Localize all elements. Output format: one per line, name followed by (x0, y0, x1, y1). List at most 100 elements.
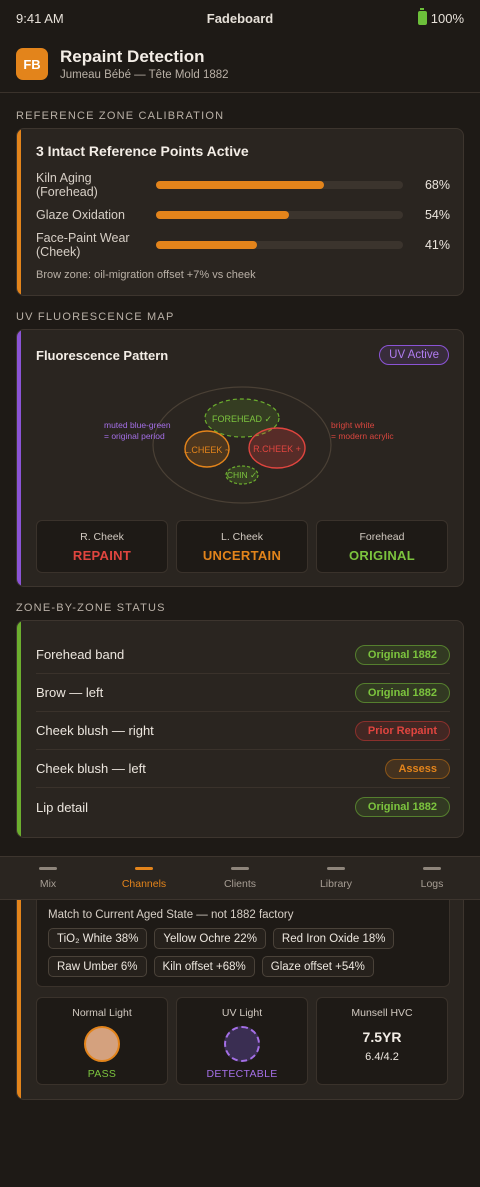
zone-name: Cheek blush — left (36, 761, 146, 776)
uv-light-cell[interactable]: UV Light DETECTABLE (176, 997, 308, 1085)
tab-mix[interactable]: Mix (0, 857, 96, 899)
munsell-title: Munsell HVC (351, 1007, 413, 1019)
progress-track (156, 211, 403, 219)
page-title: Repaint Detection (60, 47, 205, 66)
calibration-section-label: REFERENCE ZONE CALIBRATION (16, 110, 225, 122)
calibration-card: 3 Intact Reference Points Active Kiln Ag… (16, 128, 464, 296)
mix-chip[interactable]: Glaze offset +54% (261, 956, 374, 977)
status-bar: 9:41 AM Fadeboard 100% (0, 0, 480, 36)
tab-label: Library (319, 878, 353, 890)
munsell-value-chroma: 6.4/4.2 (365, 1051, 399, 1063)
card-accent (17, 880, 21, 1099)
bottom-tab-bar: Mix Channels Clients Library Logs (0, 856, 480, 900)
tab-clients[interactable]: Clients (192, 857, 288, 899)
uv-result-value: ORIGINAL (349, 548, 415, 563)
munsell-hue: 7.5YR (362, 1029, 402, 1045)
zone-row[interactable]: Cheek blush — right Prior Repaint (36, 712, 450, 750)
calibration-row: Glaze Oxidation 54% (36, 198, 450, 232)
left-annotation-line-1: muted blue-green (104, 420, 171, 430)
progress-track (156, 181, 403, 189)
calibration-title: 3 Intact Reference Points Active (36, 143, 249, 159)
zone-row[interactable]: Cheek blush — left Assess (36, 750, 450, 788)
zone-status-badge: Original 1882 (354, 644, 450, 665)
zone-status-badge: Original 1882 (354, 797, 450, 817)
battery-icon (417, 8, 427, 25)
normal-light-swatch (84, 1026, 120, 1062)
channels-tab-icon (135, 867, 153, 870)
uv-title: Fluorescence Pattern (36, 348, 169, 363)
tab-label: Mix (39, 878, 57, 890)
calibration-row-label: Kiln Aging (Forehead) (36, 171, 98, 199)
zone-row[interactable]: Lip detail Original 1882 (36, 788, 450, 826)
app-header: FB Repaint Detection Jumeau Bébé — Tête … (0, 36, 480, 93)
uv-result-value: REPAINT (72, 548, 132, 563)
card-accent (17, 621, 21, 837)
calibration-row: Face-Paint Wear (Cheek) 41% (36, 228, 450, 262)
forehead-zone-label: FOREHEAD ✓ (212, 414, 272, 424)
zone-name: Lip detail (36, 799, 89, 815)
face-fluorescence-diagram: FOREHEAD ✓ L.CHEEK ~ R.CHEEK + CHIN ✓ mu… (104, 386, 394, 504)
status-app-name: Fadeboard (206, 10, 274, 26)
progress-fill (156, 241, 258, 249)
zone-status-badge: Assess (385, 758, 450, 779)
mix-chip[interactable]: Yellow Ochre 22% (154, 928, 266, 949)
tab-library[interactable]: Library (288, 857, 384, 899)
calibration-row-value: 68% (424, 178, 450, 192)
zones-card: Forehead band Original 1882 Brow — left … (16, 620, 464, 838)
tab-label: Channels (121, 878, 167, 890)
zone-row[interactable]: Brow — left Original 1882 (36, 674, 450, 712)
zone-row[interactable]: Forehead band Original 1882 (36, 636, 450, 674)
zones-section-label: ZONE-BY-ZONE STATUS (16, 602, 166, 614)
mix-chip[interactable]: Red Iron Oxide 18% (272, 928, 395, 949)
zone-name: Brow — left (36, 685, 104, 700)
battery-percent: 100% (430, 10, 464, 26)
zone-name: Cheek blush — right (36, 723, 154, 738)
mix-tab-icon (39, 867, 57, 870)
normal-light-title: Normal Light (72, 1007, 132, 1019)
uv-result-value: UNCERTAIN (202, 548, 282, 563)
battery-indicator: 100% (417, 8, 464, 26)
tab-channels[interactable]: Channels (96, 857, 192, 899)
calibration-row-value: 54% (424, 208, 450, 222)
calibration-row-label: Face-Paint Wear (Cheek) (36, 231, 130, 259)
status-time: 9:41 AM (16, 10, 64, 26)
right-annotation-line-2: = modern acrylic (331, 431, 394, 441)
app-logo: FB (16, 48, 48, 80)
zone-status-badge: Original 1882 (354, 682, 450, 703)
uv-light-status: DETECTABLE (206, 1068, 278, 1080)
mix-chip[interactable]: Raw Umber 6% (48, 956, 147, 977)
logs-tab-icon (423, 867, 441, 870)
right-annotation-line-1: bright white (331, 420, 375, 430)
tab-logs[interactable]: Logs (384, 857, 480, 899)
calibration-row-label: Glaze Oxidation (36, 208, 125, 222)
tab-label: Logs (420, 878, 444, 890)
right-cheek-zone-label: R.CHEEK + (253, 444, 301, 454)
uv-result-name: L. Cheek (220, 531, 264, 543)
mix-chip[interactable]: TiO₂ White 38% (48, 928, 148, 949)
uv-light-title: UV Light (221, 1007, 263, 1019)
calibration-row-value: 41% (424, 238, 450, 252)
clients-tab-icon (231, 867, 249, 870)
progress-track (156, 241, 403, 249)
uv-result-name: R. Cheek (80, 531, 124, 543)
normal-light-status: PASS (87, 1068, 117, 1080)
zone-name: Forehead band (36, 647, 125, 662)
mix-chips: TiO₂ White 38% Yellow Ochre 22% Red Iron… (48, 928, 448, 977)
uv-result-name: Forehead (359, 531, 405, 543)
mix-chip[interactable]: Kiln offset +68% (153, 956, 255, 977)
mix-card: Match to Current Aged State — not 1882 f… (16, 880, 464, 1100)
zone-status-badge: Prior Repaint (354, 720, 450, 741)
uv-light-swatch (224, 1026, 260, 1062)
munsell-cell[interactable]: Munsell HVC 7.5YR 6.4/4.2 (316, 997, 448, 1085)
uv-active-badge[interactable]: UV Active (379, 345, 449, 365)
normal-light-cell[interactable]: Normal Light PASS (36, 997, 168, 1085)
progress-fill (156, 211, 290, 219)
uv-result-r-cheek[interactable]: R. Cheek REPAINT (36, 520, 168, 573)
calibration-note: Brow zone: oil-migration offset +7% vs c… (36, 269, 256, 281)
chin-zone-label: CHIN ✓ (227, 470, 257, 480)
card-accent (17, 129, 21, 295)
uv-result-forehead[interactable]: Forehead ORIGINAL (316, 520, 448, 573)
library-tab-icon (327, 867, 345, 870)
progress-fill (156, 181, 324, 189)
uv-result-l-cheek[interactable]: L. Cheek UNCERTAIN (176, 520, 308, 573)
